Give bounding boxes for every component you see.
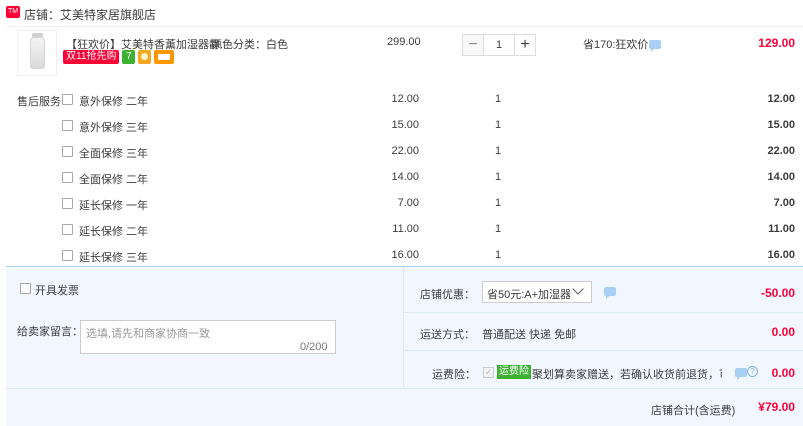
service-option-checkbox[interactable] bbox=[62, 224, 73, 235]
service-option-total: 15.00 bbox=[767, 119, 795, 131]
service-option-quantity: 1 bbox=[495, 145, 502, 157]
service-option-checkbox[interactable] bbox=[62, 198, 73, 209]
shipping-label: 运送方式： bbox=[420, 329, 475, 341]
comment-icon[interactable] bbox=[604, 287, 616, 299]
product-tags: 双11抢先购 7 bbox=[63, 50, 175, 64]
seven-day-return-icon: 7 bbox=[122, 50, 136, 64]
service-option-name[interactable]: 全面保修 二年 bbox=[79, 171, 148, 187]
service-option-price: 7.00 bbox=[397, 197, 419, 209]
service-option-checkbox[interactable] bbox=[62, 120, 73, 131]
double11-promo-badge: 双11抢先购 bbox=[63, 50, 120, 64]
service-option-quantity: 1 bbox=[495, 249, 502, 261]
service-option-name[interactable]: 意外保修 三年 bbox=[79, 119, 148, 135]
footer-vertical-divider bbox=[403, 267, 404, 387]
coin-icon bbox=[138, 50, 152, 64]
comment-icon[interactable] bbox=[649, 40, 661, 52]
footer-divider-shipping bbox=[403, 350, 803, 351]
quantity-minus-button[interactable]: − bbox=[462, 34, 484, 56]
service-option-name[interactable]: 全面保修 三年 bbox=[79, 145, 148, 161]
service-option-total: 14.00 bbox=[767, 171, 795, 183]
service-option-row: 延长保修 一年 7.00 1 7.00 bbox=[0, 192, 803, 218]
service-option-price: 14.00 bbox=[391, 171, 419, 183]
service-option-price: 16.00 bbox=[391, 249, 419, 261]
service-option-quantity: 1 bbox=[495, 171, 502, 183]
service-option-checkbox[interactable] bbox=[62, 172, 73, 183]
footer-divider-total bbox=[6, 388, 803, 389]
quantity-stepper: − 1 + bbox=[462, 34, 536, 56]
credit-card-icon bbox=[154, 50, 175, 64]
shop-total-value: ¥79.00 bbox=[758, 400, 795, 414]
service-option-name[interactable]: 延长保修 三年 bbox=[79, 249, 148, 265]
coupon-label: 店铺优惠： bbox=[420, 289, 475, 301]
invoice-label[interactable]: 开具发票 bbox=[35, 282, 79, 298]
service-option-total: 22.00 bbox=[767, 145, 795, 157]
service-option-price: 12.00 bbox=[391, 93, 419, 105]
message-placeholder: 选填,请先和商家协商一致 bbox=[86, 328, 211, 340]
service-option-row: 意外保修 三年 15.00 1 15.00 bbox=[0, 114, 803, 140]
service-option-name[interactable]: 意外保修 二年 bbox=[79, 93, 148, 109]
footer-divider-coupon bbox=[403, 312, 803, 313]
service-option-total: 12.00 bbox=[767, 93, 795, 105]
service-option-row: 全面保修 二年 14.00 1 14.00 bbox=[0, 166, 803, 192]
shipping-amount: 0.00 bbox=[771, 325, 795, 339]
service-option-total: 16.00 bbox=[767, 249, 795, 261]
product-total: 129.00 bbox=[758, 36, 795, 50]
quantity-input[interactable]: 1 bbox=[484, 34, 514, 56]
shipping-method: 普通配送 快递 免邮 bbox=[482, 329, 577, 341]
service-option-checkbox[interactable] bbox=[62, 94, 73, 105]
service-option-name[interactable]: 延长保修 一年 bbox=[79, 197, 148, 213]
service-option-row: 全面保修 三年 22.00 1 22.00 bbox=[0, 140, 803, 166]
service-option-row: 意外保修 二年 12.00 1 12.00 bbox=[0, 88, 803, 114]
savings-text: 省170:狂欢价 bbox=[583, 39, 649, 51]
shop-total-label: 店铺合计(含运费) bbox=[651, 405, 736, 417]
insurance-checkbox: ✓ bbox=[483, 367, 494, 378]
service-option-total: 11.00 bbox=[768, 223, 795, 235]
service-option-checkbox[interactable] bbox=[62, 146, 73, 157]
tmall-logo-icon: TM bbox=[6, 6, 20, 18]
insurance-description: 聚划算卖家赠送，若确认收货前退货，可获... bbox=[532, 369, 722, 381]
shop-name-link[interactable]: 店铺：艾美特家居旗舰店 bbox=[24, 6, 156, 23]
service-option-quantity: 1 bbox=[495, 119, 502, 131]
service-option-name[interactable]: 延长保修 二年 bbox=[79, 223, 148, 239]
insurance-amount: 0.00 bbox=[771, 366, 795, 380]
message-char-count: 0/200 bbox=[300, 341, 328, 353]
message-label: 给卖家留言： bbox=[17, 326, 83, 338]
insurance-label: 运费险： bbox=[432, 369, 476, 381]
product-unit-price: 299.00 bbox=[387, 36, 421, 48]
service-option-quantity: 1 bbox=[495, 197, 502, 209]
product-color: 颜色分类：白色 bbox=[211, 39, 288, 51]
quantity-plus-button[interactable]: + bbox=[514, 34, 536, 56]
service-option-quantity: 1 bbox=[495, 93, 502, 105]
service-option-price: 15.00 bbox=[391, 119, 419, 131]
service-option-quantity: 1 bbox=[495, 223, 502, 235]
coupon-amount: -50.00 bbox=[760, 286, 795, 300]
service-option-price: 11.00 bbox=[392, 223, 419, 235]
service-option-price: 22.00 bbox=[391, 145, 419, 157]
service-option-checkbox[interactable] bbox=[62, 250, 73, 261]
invoice-checkbox[interactable] bbox=[20, 283, 31, 294]
product-thumbnail[interactable] bbox=[17, 30, 57, 76]
coupon-selected-value: 省50元:A+加湿器 bbox=[487, 289, 572, 301]
service-option-row: 延长保修 二年 11.00 1 11.00 bbox=[0, 218, 803, 244]
insurance-badge: 运费险 bbox=[497, 365, 531, 379]
service-option-total: 7.00 bbox=[773, 197, 795, 209]
